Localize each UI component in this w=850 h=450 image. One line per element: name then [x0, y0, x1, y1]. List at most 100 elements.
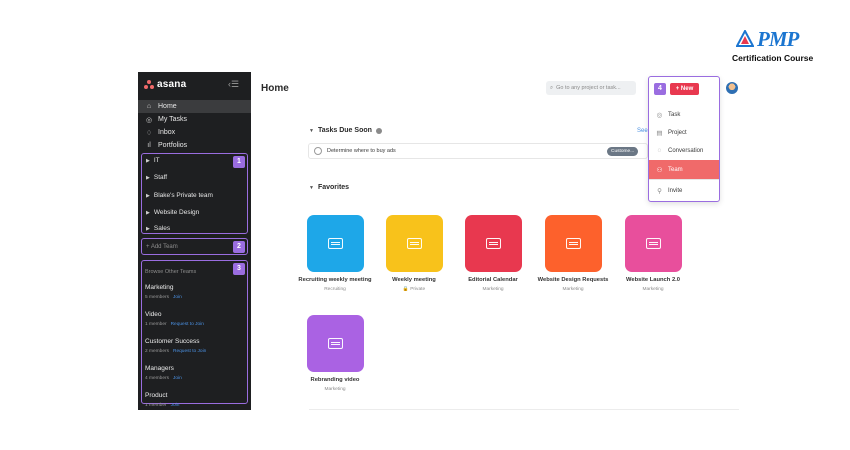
project-card-recruiting[interactable]: Recruiting weekly meeting Recruiting — [295, 215, 375, 292]
join-link[interactable]: Join — [173, 295, 182, 300]
sidebar-item-my-tasks[interactable]: ◎ My Tasks — [138, 113, 251, 126]
check-circle-icon: ◎ — [145, 116, 153, 124]
sidebar-item-home[interactable]: ⌂ Home — [138, 100, 251, 113]
project-team: 🔒 Private — [402, 286, 426, 292]
project-name: Editorial Calendar — [468, 277, 518, 283]
favorites-header[interactable]: ▼ Favorites — [309, 184, 349, 191]
person-icon: ⚲ — [657, 187, 662, 195]
page-title: Home — [261, 83, 289, 94]
avatar[interactable] — [726, 82, 738, 94]
menu-item-label: Invite — [668, 187, 683, 194]
sidebar-item-label: Portfolios — [158, 142, 188, 149]
project-name: Recruiting weekly meeting — [298, 277, 372, 283]
search-placeholder: Go to any project or task... — [556, 85, 621, 91]
project-team: Marketing — [324, 386, 346, 392]
browse-team-meta: 2 members Request to Join — [145, 349, 206, 354]
new-button[interactable]: + New — [670, 83, 699, 95]
menu-item-team[interactable]: ⚇ Team — [649, 160, 719, 179]
list-board-icon — [645, 238, 661, 249]
asana-logo[interactable]: asana — [144, 79, 186, 90]
project-tile — [624, 215, 682, 272]
menu-item-invite[interactable]: ⚲ Invite — [649, 181, 719, 200]
search-input[interactable]: ⌕ Go to any project or task... — [546, 81, 636, 95]
sidebar-team-staff[interactable]: ▶ Staff — [146, 174, 167, 181]
project-card-editorial-calendar[interactable]: Editorial Calendar Marketing — [453, 215, 533, 292]
collapse-sidebar-icon[interactable]: ‹☰ — [228, 79, 239, 90]
sidebar-team-website-design[interactable]: ▶ Website Design — [146, 209, 199, 216]
browse-team-managers[interactable]: Managers — [145, 365, 174, 372]
team-label: Staff — [153, 174, 168, 181]
request-to-join-link[interactable]: Request to Join — [173, 349, 206, 354]
sidebar-item-portfolios[interactable]: ıl Portfolios — [138, 139, 251, 152]
member-count: 2 members — [145, 349, 169, 354]
project-card-rebranding-video[interactable]: Rebranding video Marketing — [295, 315, 375, 392]
request-to-join-link[interactable]: Request to Join — [171, 322, 204, 327]
member-count: 1 member — [145, 322, 167, 327]
sidebar-item-label: My Tasks — [158, 116, 188, 123]
callout-badge-1: 1 — [233, 156, 245, 168]
check-circle-icon: ◎ — [656, 111, 663, 119]
project-name: Website Design Requests — [537, 277, 609, 283]
project-tile — [544, 215, 602, 272]
menu-divider — [649, 179, 719, 180]
join-link[interactable]: Join — [173, 376, 182, 381]
menu-item-project[interactable]: ▤ Project — [649, 123, 719, 142]
project-card-website-design-requests[interactable]: Website Design Requests Marketing — [533, 215, 613, 292]
see-all-link[interactable]: See — [637, 128, 648, 134]
project-tile — [385, 215, 443, 272]
search-icon: ⌕ — [550, 84, 554, 91]
browse-teams-header: Browse Other Teams — [145, 269, 197, 275]
add-team-button[interactable]: + Add Team — [146, 244, 178, 250]
caret-down-icon: ▼ — [309, 127, 314, 134]
pyramid-icon — [736, 30, 754, 47]
project-tag[interactable]: Custome... — [607, 147, 639, 156]
list-board-icon — [327, 338, 343, 349]
sidebar-team-blakes-private[interactable]: ▶ Blake's Private team — [146, 192, 213, 199]
home-icon: ⌂ — [146, 103, 152, 110]
task-row[interactable]: Determine where to buy ads Custome... — [308, 143, 648, 159]
menu-item-label: Conversation — [668, 147, 704, 154]
list-board-icon — [485, 238, 501, 249]
menu-item-conversation[interactable]: ◌ Conversation — [649, 141, 719, 160]
menu-item-task[interactable]: ◎ Task — [649, 105, 719, 124]
project-name: Rebranding video — [310, 377, 360, 383]
bell-icon: ♢ — [145, 129, 153, 137]
people-icon: ⚇ — [656, 166, 663, 174]
project-tile — [306, 215, 364, 272]
browse-team-video[interactable]: Video — [145, 311, 162, 318]
project-card-weekly-meeting[interactable]: Weekly meeting 🔒 Private — [374, 215, 454, 292]
browse-team-marketing[interactable]: Marketing — [145, 284, 174, 291]
sidebar-item-inbox[interactable]: ♢ Inbox — [138, 126, 251, 139]
screenshot-stage: PMP Certification Course asana ‹☰ ⌂ Home… — [0, 0, 850, 450]
sidebar-item-label: Home — [158, 103, 177, 110]
member-count: 1 member — [145, 403, 167, 408]
sidebar-team-sales[interactable]: ▶ Sales — [146, 225, 170, 232]
project-tile — [464, 215, 522, 272]
browse-team-product[interactable]: Product — [145, 392, 167, 399]
team-label: IT — [153, 157, 160, 164]
bar-chart-icon: ıl — [147, 142, 151, 149]
asana-wordmark: asana — [157, 79, 187, 90]
project-tile — [306, 315, 364, 372]
project-team: Marketing — [642, 286, 664, 292]
team-label: Blake's Private team — [153, 192, 213, 199]
tasks-due-soon-header[interactable]: ▼ Tasks Due Soon — [309, 127, 382, 134]
task-checkbox-icon[interactable] — [314, 147, 322, 155]
brand-name: PMP — [757, 27, 799, 51]
browse-team-meta: 4 members Join — [145, 376, 182, 381]
team-label: Sales — [153, 225, 171, 232]
browse-team-meta: 1 member Join — [145, 403, 179, 408]
brand-subtitle: Certification Course — [732, 53, 814, 63]
project-team: Marketing — [482, 286, 504, 292]
join-link[interactable]: Join — [171, 403, 180, 408]
project-team: Recruiting — [324, 286, 346, 292]
info-icon — [375, 127, 382, 134]
sidebar-team-it[interactable]: ▶ IT — [146, 157, 160, 164]
browse-team-customer-success[interactable]: Customer Success — [145, 338, 200, 345]
caret-right-icon: ▶ — [146, 157, 150, 164]
new-dropdown-menu: 4 + New ◎ Task ▤ Project ◌ Conversation … — [648, 76, 720, 202]
member-count: 5 members — [145, 295, 169, 300]
project-card-website-launch[interactable]: Website Launch 2.0 Marketing — [613, 215, 693, 292]
callout-badge-3: 3 — [233, 263, 245, 275]
pmp-brand-logo: PMP Certification Course — [732, 28, 824, 68]
